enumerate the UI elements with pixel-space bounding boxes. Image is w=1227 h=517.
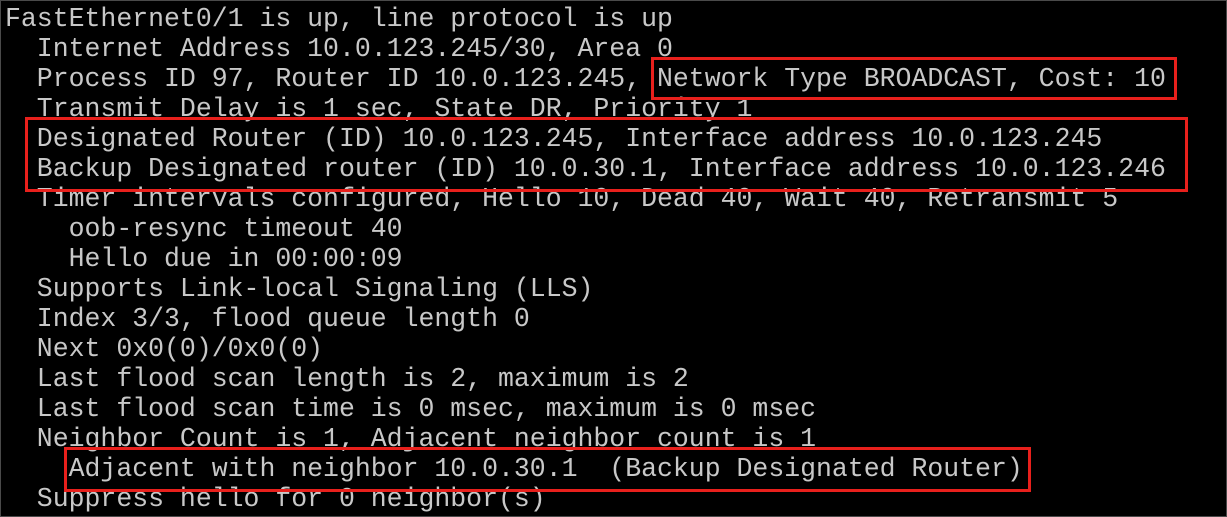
flood-scan-length-line: Last flood scan length is 2, maximum is …: [5, 364, 689, 394]
suppress-hello-line: Suppress hello for 0 neighbor(s): [5, 484, 546, 514]
process-id-line: Process ID 97, Router ID 10.0.123.245, N…: [5, 64, 1166, 94]
timer-intervals-line: Timer intervals configured, Hello 10, De…: [5, 184, 1119, 214]
next-line: Next 0x0(0)/0x0(0): [5, 334, 324, 364]
backup-designated-router-line: Backup Designated router (ID) 10.0.30.1,…: [5, 154, 1166, 184]
designated-router-line: Designated Router (ID) 10.0.123.245, Int…: [5, 124, 1103, 154]
flood-scan-time-line: Last flood scan time is 0 msec, maximum …: [5, 394, 817, 424]
neighbor-count-line: Neighbor Count is 1, Adjacent neighbor c…: [5, 424, 817, 454]
terminal-window: FastEthernet0/1 is up, line protocol is …: [0, 0, 1227, 517]
lls-support-line: Supports Link-local Signaling (LLS): [5, 274, 594, 304]
hello-due-line: Hello due in 00:00:09: [5, 244, 403, 274]
interface-status-line: FastEthernet0/1 is up, line protocol is …: [5, 4, 673, 34]
oob-resync-line: oob-resync timeout 40: [5, 214, 403, 244]
flood-queue-line: Index 3/3, flood queue length 0: [5, 304, 530, 334]
adjacent-neighbor-line: Adjacent with neighbor 10.0.30.1 (Backup…: [5, 454, 1023, 484]
transmit-delay-line: Transmit Delay is 1 sec, State DR, Prior…: [5, 94, 753, 124]
internet-address-line: Internet Address 10.0.123.245/30, Area 0: [5, 34, 673, 64]
